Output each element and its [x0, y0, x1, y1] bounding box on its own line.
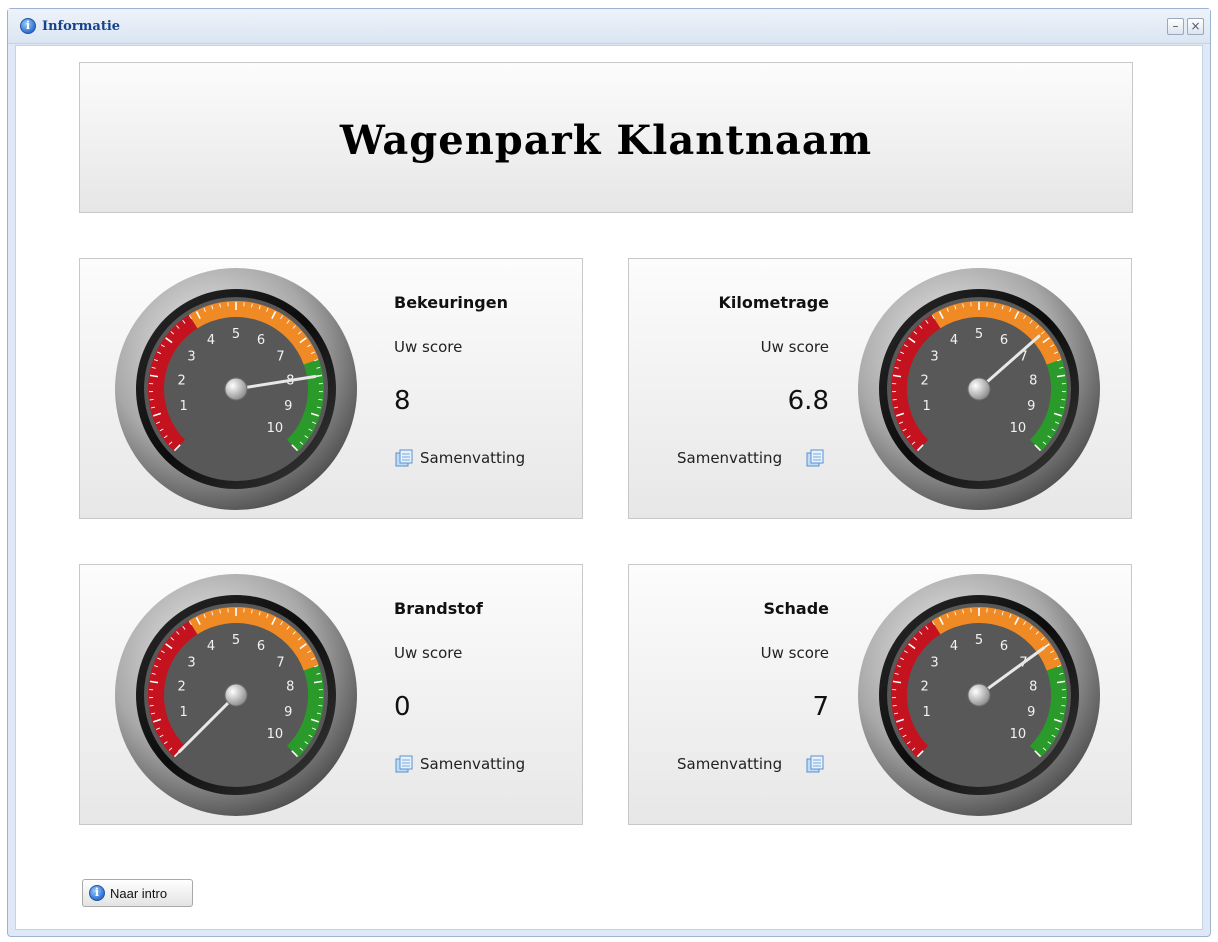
gauge: 1 234 5 678 910: [115, 574, 357, 816]
gauge-tick-label: 4: [207, 639, 215, 654]
gauge-tick-label: 9: [1027, 399, 1035, 414]
gauge-tick: [149, 704, 154, 707]
gauge-tick-label: 2: [921, 373, 929, 388]
gauge-tick-label: 10: [1010, 421, 1027, 436]
card-title: Schade: [763, 599, 830, 618]
header-panel: Wagenpark Klantnaam: [79, 62, 1133, 213]
summary-link[interactable]: Samenvatting: [677, 754, 837, 776]
card-title: Kilometrage: [718, 293, 829, 312]
gauge-tick-label: 10: [267, 727, 284, 742]
gauge-tick-label: 6: [1000, 639, 1008, 654]
gauge-tick-label: 4: [950, 333, 958, 348]
gauge-tick-label: 5: [232, 327, 240, 342]
gauge-tick-label: 3: [187, 656, 195, 671]
intro-button-label: Naar intro: [110, 886, 168, 901]
document-icon: [806, 449, 824, 467]
gauge-tick-label: 5: [975, 633, 983, 648]
card-title: Bekeuringen: [394, 293, 508, 312]
info-icon: i: [89, 885, 105, 901]
document-icon: [395, 755, 413, 773]
gauge-hub: [967, 683, 991, 707]
card-title: Brandstof: [394, 599, 483, 618]
gauge-tick-label: 1: [923, 705, 931, 720]
gauge-tick: [892, 398, 897, 401]
summary-label: Samenvatting: [420, 449, 526, 467]
score-label: Uw score: [394, 644, 463, 662]
gauge-tick-label: 9: [1027, 705, 1035, 720]
gauge-tick-label: 5: [232, 633, 240, 648]
score-value: 7: [812, 692, 829, 722]
gauge-tick-label: 6: [257, 639, 265, 654]
summary-link[interactable]: Samenvatting: [394, 448, 574, 470]
card-kilometrage: 1 2 3 4 5 6 7 8 9 10 Kilometrage Uw score 6.8 Sam…: [628, 258, 1132, 519]
summary-link[interactable]: Samenvatting: [677, 448, 837, 470]
gauge-tick-label: 1: [923, 399, 931, 414]
naar-intro-button[interactable]: i Naar intro: [82, 879, 193, 907]
document-icon: [806, 755, 824, 773]
gauge-tick-label: 7: [276, 350, 284, 365]
score-label: Uw score: [760, 338, 829, 356]
gauge-tick-label: 7: [276, 656, 284, 671]
page-title: Wagenpark Klantnaam: [339, 117, 873, 164]
gauge-tick-label: 3: [930, 350, 938, 365]
score-value: 0: [394, 692, 411, 722]
summary-label: Samenvatting: [420, 755, 526, 773]
gauge-hub: [224, 377, 248, 401]
gauge-tick-label: 6: [1000, 333, 1008, 348]
gauge-tick-label: 6: [257, 333, 265, 348]
gauge-tick-label: 8: [1029, 373, 1037, 388]
gauge-tick-label: 3: [187, 350, 195, 365]
card-brandstof: 1 2 3 4 5 6 7 8 9 10 Brandstof Uw score 0 Samenva…: [79, 564, 583, 825]
gauge-tick: [318, 704, 323, 707]
close-icon[interactable]: ×: [1187, 18, 1204, 35]
gauge-tick-label: 8: [286, 679, 294, 694]
score-label: Uw score: [394, 338, 463, 356]
gauge-tick-label: 5: [975, 327, 983, 342]
gauge-tick-label: 2: [178, 679, 186, 694]
gauge: 12345678910: [858, 268, 1100, 510]
score-value: 6.8: [787, 386, 829, 416]
gauge-tick-label: 4: [207, 333, 215, 348]
gauge-tick: [1061, 398, 1066, 401]
summary-label: Samenvatting: [677, 755, 783, 773]
window-title: Informatie: [42, 19, 121, 34]
summary-link[interactable]: Samenvatting: [394, 754, 574, 776]
gauge-hub: [224, 683, 248, 707]
summary-label: Samenvatting: [677, 449, 783, 467]
card-bekeuringen: 12345678910 Bekeuringen Uw score 8 Samen…: [79, 258, 583, 519]
gauge-tick-label: 10: [1010, 727, 1027, 742]
gauge-tick: [892, 704, 897, 707]
gauge-tick-label: 2: [178, 373, 186, 388]
gauge-hub: [967, 377, 991, 401]
gauge: 12345678910: [115, 268, 357, 510]
minimize-icon[interactable]: –: [1167, 18, 1184, 35]
gauge-tick-label: 8: [1029, 679, 1037, 694]
score-label: Uw score: [760, 644, 829, 662]
gauge: 12345678910: [858, 574, 1100, 816]
gauge-tick-label: 9: [284, 705, 292, 720]
document-icon: [395, 449, 413, 467]
gauge-tick-label: 3: [930, 656, 938, 671]
card-schade: 12345678910 Schade Uw score 7 Samenvatti…: [628, 564, 1132, 825]
gauge-tick-label: 2: [921, 679, 929, 694]
gauge-tick-label: 1: [180, 705, 188, 720]
gauge-tick: [1061, 704, 1066, 707]
gauge-tick-label: 10: [267, 421, 284, 436]
gauge-tick-label: 9: [284, 399, 292, 414]
gauge-tick: [149, 398, 154, 401]
gauge-tick-label: 4: [950, 639, 958, 654]
gauge-tick: [318, 398, 323, 401]
gauge-tick-label: 1: [180, 399, 188, 414]
window-titlebar[interactable]: i Informatie – ×: [8, 9, 1210, 44]
score-value: 8: [394, 386, 411, 416]
info-icon: i: [20, 18, 36, 34]
